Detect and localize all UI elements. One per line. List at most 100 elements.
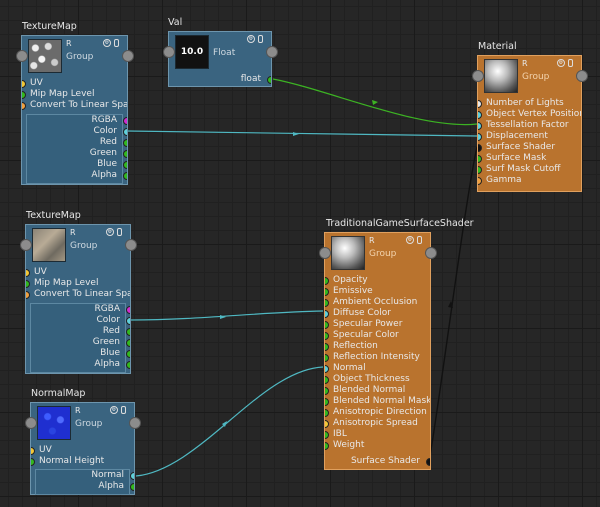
output-port-blue[interactable]: Blue — [22, 159, 127, 170]
input-port-specular-power[interactable]: Specular Power — [325, 319, 430, 330]
input-port-reflection-intensity[interactable]: Reflection Intensity — [325, 352, 430, 363]
port-dot[interactable] — [478, 154, 482, 163]
options-icon[interactable]: ⚙ — [406, 236, 414, 244]
port-dot[interactable] — [426, 457, 430, 466]
port-dot[interactable] — [130, 471, 134, 480]
port-dot[interactable] — [325, 397, 329, 406]
input-port-convert-to-linear-space[interactable]: Convert To Linear Space — [26, 289, 130, 300]
output-port-rgba[interactable]: RGBA — [22, 115, 127, 126]
input-port-weight[interactable]: Weight — [325, 440, 430, 451]
port-dot[interactable] — [26, 268, 30, 277]
input-port-gamma[interactable]: Gamma — [478, 175, 581, 186]
port-dot[interactable] — [22, 90, 26, 99]
material-node[interactable]: R Group ⚙ Number of Lights Object Vertex … — [477, 55, 582, 192]
input-port-surface-shader[interactable]: Surface Shader — [478, 142, 581, 153]
node-connector-left[interactable] — [20, 239, 32, 251]
output-port-surface-shader[interactable]: Surface Shader — [325, 456, 430, 467]
output-port-rgba[interactable]: RGBA — [26, 304, 130, 315]
port-dot[interactable] — [478, 99, 482, 108]
output-port-red[interactable]: Red — [22, 137, 127, 148]
lock-icon[interactable] — [417, 236, 422, 244]
input-port-mip-map-level[interactable]: Mip Map Level — [26, 278, 130, 289]
node-connector-right[interactable] — [125, 239, 137, 251]
input-port-normal-height[interactable]: Normal Height — [31, 456, 134, 467]
output-port-color[interactable]: Color — [26, 315, 130, 326]
lock-icon[interactable] — [258, 35, 263, 43]
port-dot[interactable] — [126, 316, 130, 325]
lock-icon[interactable] — [121, 406, 126, 414]
input-port-surf-mask-cutoff[interactable]: Surf Mask Cutoff — [478, 164, 581, 175]
input-port-uv[interactable]: UV — [26, 267, 130, 278]
node-connector-right[interactable] — [266, 46, 278, 58]
node-connector-left[interactable] — [163, 46, 175, 58]
port-dot[interactable] — [325, 320, 329, 329]
input-port-surface-mask[interactable]: Surface Mask — [478, 153, 581, 164]
input-port-specular-color[interactable]: Specular Color — [325, 330, 430, 341]
port-dot[interactable] — [478, 143, 482, 152]
input-port-blended-normal-mask[interactable]: Blended Normal Mask — [325, 396, 430, 407]
port-dot[interactable] — [325, 375, 329, 384]
output-port-green[interactable]: Green — [26, 337, 130, 348]
normalmap-node[interactable]: R Group ⚙ UV Normal Height Normal Alpha — [30, 402, 135, 495]
output-port-normal[interactable]: Normal — [31, 470, 134, 481]
input-port-object-thickness[interactable]: Object Thickness — [325, 374, 430, 385]
surface-shader-node[interactable]: R Group ⚙ Opacity Emissive Ambient Occlusi… — [324, 232, 431, 470]
input-port-ibl[interactable]: IBL — [325, 429, 430, 440]
input-port-opacity[interactable]: Opacity — [325, 275, 430, 286]
port-dot[interactable] — [22, 79, 26, 88]
port-dot[interactable] — [325, 298, 329, 307]
port-dot[interactable] — [22, 101, 26, 110]
port-dot[interactable] — [123, 127, 127, 136]
node-connector-right[interactable] — [576, 70, 588, 82]
port-dot[interactable] — [325, 309, 329, 318]
input-port-emissive[interactable]: Emissive — [325, 286, 430, 297]
port-dot[interactable] — [126, 338, 130, 347]
output-port-alpha[interactable]: Alpha — [26, 359, 130, 370]
port-dot[interactable] — [31, 446, 35, 455]
port-dot[interactable] — [130, 482, 134, 491]
float-value-node[interactable]: 10.0 Float ⚙ float — [168, 31, 272, 87]
input-port-displacement[interactable]: Displacement — [478, 131, 581, 142]
texturemap-node-2[interactable]: R Group ⚙ UV Mip Map Level Convert To Line… — [25, 224, 131, 374]
input-port-normal[interactable]: Normal — [325, 363, 430, 374]
port-dot[interactable] — [478, 121, 482, 130]
node-connector-left[interactable] — [472, 70, 484, 82]
lock-icon[interactable] — [117, 228, 122, 236]
lock-icon[interactable] — [568, 59, 573, 67]
port-dot[interactable] — [126, 360, 130, 369]
output-port-red[interactable]: Red — [26, 326, 130, 337]
port-dot[interactable] — [267, 75, 271, 84]
node-connector-left[interactable] — [319, 247, 331, 259]
port-dot[interactable] — [325, 430, 329, 439]
input-port-uv[interactable]: UV — [22, 78, 127, 89]
options-icon[interactable]: ⚙ — [103, 39, 111, 47]
port-dot[interactable] — [26, 279, 30, 288]
port-dot[interactable] — [126, 327, 130, 336]
input-port-blended-normal[interactable]: Blended Normal — [325, 385, 430, 396]
node-graph-canvas[interactable]: TextureMap R Group ⚙ UV Mip Map Level Conv… — [0, 0, 600, 507]
port-dot[interactable] — [325, 419, 329, 428]
output-port-green[interactable]: Green — [22, 148, 127, 159]
port-dot[interactable] — [325, 287, 329, 296]
port-dot[interactable] — [325, 364, 329, 373]
port-dot[interactable] — [325, 408, 329, 417]
input-port-number-of-lights[interactable]: Number of Lights — [478, 98, 581, 109]
input-port-anisotropic-spread[interactable]: Anisotropic Spread — [325, 418, 430, 429]
port-dot[interactable] — [325, 441, 329, 450]
output-port-alpha[interactable]: Alpha — [22, 170, 127, 181]
port-dot[interactable] — [478, 110, 482, 119]
port-dot[interactable] — [123, 138, 127, 147]
port-dot[interactable] — [325, 386, 329, 395]
port-dot[interactable] — [325, 331, 329, 340]
port-dot[interactable] — [478, 132, 482, 141]
texturemap-node-1[interactable]: R Group ⚙ UV Mip Map Level Convert To Line… — [21, 35, 128, 185]
port-dot[interactable] — [126, 305, 130, 314]
lock-icon[interactable] — [114, 39, 119, 47]
input-port-object-vertex-position[interactable]: Object Vertex Position — [478, 109, 581, 120]
node-connector-left[interactable] — [16, 50, 28, 62]
input-port-mip-map-level[interactable]: Mip Map Level — [22, 89, 127, 100]
output-port-color[interactable]: Color — [22, 126, 127, 137]
node-connector-left[interactable] — [25, 417, 37, 429]
options-icon[interactable]: ⚙ — [110, 406, 118, 414]
node-connector-right[interactable] — [122, 50, 134, 62]
